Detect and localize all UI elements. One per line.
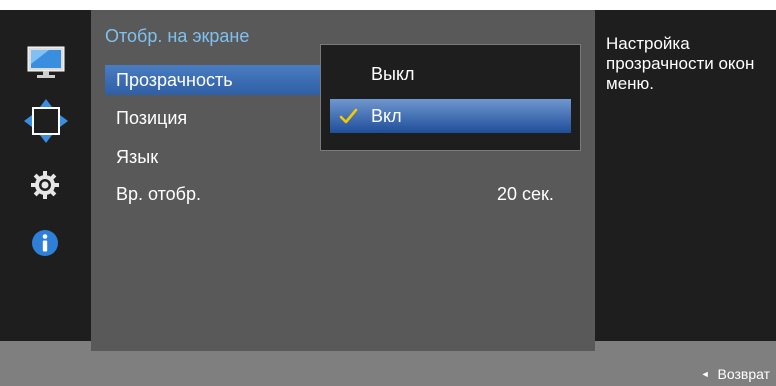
- left-arrow-icon: ◄: [700, 369, 710, 379]
- return-label: Возврат: [717, 366, 771, 382]
- dropdown-option-label: Выкл: [371, 64, 415, 84]
- move-arrows-icon[interactable]: [22, 97, 70, 145]
- display-time-value: 20 сек.: [497, 184, 554, 204]
- bottom-bar: ◄ Возврат: [0, 341, 776, 386]
- panel-extension: [91, 341, 595, 351]
- dropdown-option-on[interactable]: Вкл: [330, 99, 571, 133]
- dropdown-option-label: Вкл: [371, 106, 402, 126]
- osd-menu: Отобр. на экране Прозрачность Позиция Яз…: [0, 0, 776, 386]
- gear-icon[interactable]: [30, 170, 60, 200]
- menu-item-label: Прозрачность: [116, 70, 233, 90]
- menu-item-position[interactable]: Позиция: [105, 103, 187, 133]
- menu-item-label: Позиция: [116, 108, 188, 128]
- menu-item-language[interactable]: Язык: [105, 142, 158, 172]
- menu-item-label: Вр. отобр.: [116, 184, 202, 204]
- top-strip: [0, 0, 776, 10]
- monitor-icon[interactable]: [27, 46, 65, 78]
- dropdown-option-off[interactable]: Выкл: [330, 57, 571, 91]
- menu-item-display-time[interactable]: Вр. отобр.: [105, 179, 201, 209]
- menu-item-label: Язык: [116, 147, 159, 167]
- menu-item-transparency[interactable]: Прозрачность: [105, 65, 346, 95]
- icon-sidebar: [0, 10, 91, 341]
- transparency-dropdown: Выкл Вкл: [320, 44, 581, 151]
- return-button[interactable]: ◄ Возврат: [701, 366, 770, 382]
- help-text: Настройка прозрачности окон меню.: [606, 34, 755, 93]
- checkmark-icon: [339, 108, 358, 124]
- info-icon[interactable]: [30, 228, 60, 258]
- menu-title: Отобр. на экране: [105, 26, 250, 46]
